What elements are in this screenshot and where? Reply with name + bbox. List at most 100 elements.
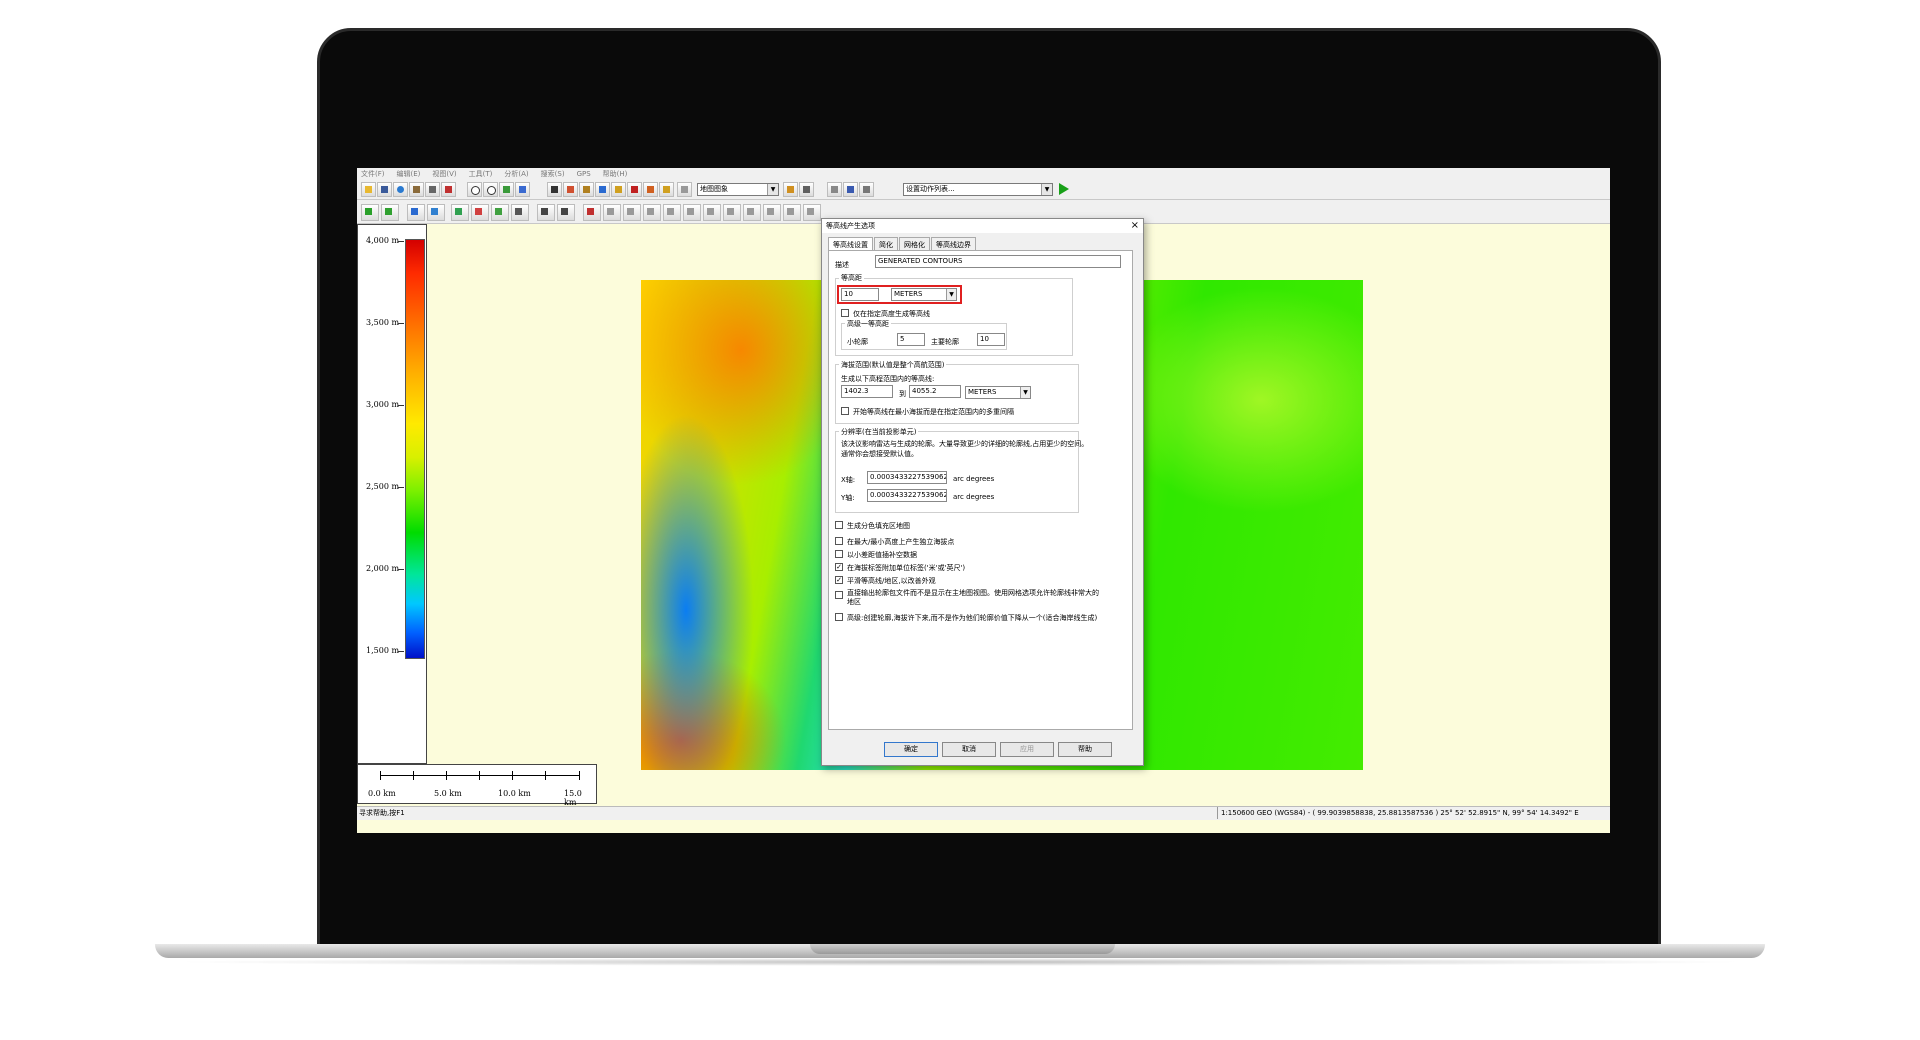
- status-help-text: 寻求帮助,按F1: [359, 809, 405, 817]
- globe-icon[interactable]: [393, 182, 408, 197]
- tab-simplify[interactable]: 简化: [874, 237, 898, 250]
- watershed-icon[interactable]: [427, 204, 445, 221]
- zoom-out-icon[interactable]: [483, 182, 498, 197]
- range-start-label: 开始等高线在最小海拔而是在指定范围内的多重间隔: [853, 408, 1014, 416]
- app-window: 文件(F) 编辑(E) 视图(V) 工具(T) 分析(A) 分析(A) 搜索(S…: [357, 168, 1610, 833]
- chevron-down-icon: ▼: [1020, 387, 1030, 398]
- search-icon[interactable]: [595, 182, 610, 197]
- only-specified-label: 仅在指定高度生成等高线: [853, 310, 930, 318]
- option-label-continued: 地区: [847, 598, 861, 606]
- option-checkbox[interactable]: [835, 613, 843, 621]
- y-resolution-input[interactable]: 0.00034332275390625: [867, 489, 947, 502]
- tab-contour-bounds[interactable]: 等高线边界: [931, 237, 976, 250]
- volume-icon[interactable]: [491, 204, 509, 221]
- option-label: 在海拔标签附加单位标签('米'或'英尺'): [847, 564, 966, 572]
- menu-help[interactable]: 帮助(H): [603, 169, 628, 179]
- open-folder-icon[interactable]: [361, 182, 376, 197]
- feature-tool-icon[interactable]: [537, 204, 555, 221]
- dropdown-tool-icon[interactable]: [659, 182, 674, 197]
- tab-gridding[interactable]: 网格化: [899, 237, 930, 250]
- option-checkbox-checked[interactable]: ✓: [835, 563, 843, 571]
- option-checkbox[interactable]: [835, 521, 843, 529]
- edit-tool-icon[interactable]: [381, 204, 399, 221]
- menu-tools[interactable]: 工具(T): [469, 169, 493, 179]
- node-icon[interactable]: [783, 204, 801, 221]
- feature-edit-icon[interactable]: [643, 204, 661, 221]
- rotate-icon[interactable]: [743, 204, 761, 221]
- option-label: 在最大/最小高度上产生独立海拔点: [847, 538, 955, 546]
- split-icon[interactable]: [663, 204, 681, 221]
- scale-tick: [512, 771, 513, 780]
- crop-icon[interactable]: [723, 204, 741, 221]
- ok-button[interactable]: 确定: [884, 742, 938, 757]
- up-arrow-icon[interactable]: [827, 182, 842, 197]
- play-icon[interactable]: [1059, 183, 1069, 195]
- minor-input[interactable]: 5: [897, 333, 925, 346]
- range-start-checkbox[interactable]: [841, 407, 849, 415]
- tools-icon[interactable]: [441, 182, 456, 197]
- close-icon[interactable]: ×: [1131, 219, 1139, 233]
- pan-icon[interactable]: [499, 182, 514, 197]
- digitizer-icon[interactable]: [563, 182, 578, 197]
- menu-gps[interactable]: GPS: [577, 170, 591, 178]
- option-label: 高级:创建轮廓,海拔许下来,而不是作为他们轮廓价值下降从一个(适合海岸线生成): [847, 614, 1098, 622]
- option-checkbox-checked[interactable]: ✓: [835, 576, 843, 584]
- pencil-icon[interactable]: [643, 182, 658, 197]
- range-unit-select[interactable]: METERS ▼: [965, 386, 1031, 399]
- zoom-in-icon[interactable]: [467, 182, 482, 197]
- text-icon[interactable]: [627, 182, 642, 197]
- slope-icon[interactable]: [471, 204, 489, 221]
- range-to-input[interactable]: 4055.2: [909, 385, 961, 398]
- only-specified-checkbox[interactable]: [841, 309, 849, 317]
- dialog-tabs: 等高线设置 简化 网格化 等高线边界: [828, 237, 977, 251]
- range-to-label: 到: [899, 390, 906, 398]
- scale-line: [380, 775, 580, 776]
- description-input[interactable]: GENERATED CONTOURS: [875, 255, 1121, 268]
- menu-edit[interactable]: 编辑(E): [397, 169, 421, 179]
- viewshed-icon[interactable]: [451, 204, 469, 221]
- area-select-icon[interactable]: [803, 204, 821, 221]
- save-icon[interactable]: [377, 182, 392, 197]
- menu-view[interactable]: 视图(V): [432, 169, 456, 179]
- draw-line-icon[interactable]: [583, 204, 601, 221]
- capture-icon[interactable]: [799, 182, 814, 197]
- home-icon[interactable]: [515, 182, 530, 197]
- merge-icon[interactable]: [683, 204, 701, 221]
- scale-icon[interactable]: [763, 204, 781, 221]
- cancel-button[interactable]: 取消: [942, 742, 996, 757]
- resolution-group-title: 分辨率(在当前投影单元): [839, 427, 919, 437]
- screen-icon[interactable]: [843, 182, 858, 197]
- draw-point-icon[interactable]: [623, 204, 641, 221]
- apply-button[interactable]: 应用: [1000, 742, 1054, 757]
- tab-contour-settings[interactable]: 等高线设置: [828, 237, 873, 251]
- x-resolution-input[interactable]: 0.00034332275390625: [867, 471, 947, 484]
- print-icon[interactable]: [425, 182, 440, 197]
- help-button[interactable]: 帮助: [1058, 742, 1112, 757]
- measure-icon[interactable]: [579, 182, 594, 197]
- path-profile-icon[interactable]: [611, 182, 626, 197]
- menu-search-label[interactable]: 搜索(S): [541, 169, 565, 179]
- move-icon[interactable]: [859, 182, 874, 197]
- option-checkbox[interactable]: [835, 591, 843, 599]
- buffer-icon[interactable]: [703, 204, 721, 221]
- hand-icon[interactable]: [677, 182, 692, 197]
- layers-icon[interactable]: [409, 182, 424, 197]
- vertex-tool-icon[interactable]: [557, 204, 575, 221]
- terrain-tool-icon[interactable]: [407, 204, 425, 221]
- draw-area-icon[interactable]: [603, 204, 621, 221]
- action-list-combo[interactable]: 设置动作列表... ▼: [903, 183, 1053, 196]
- interval-input[interactable]: 10: [841, 288, 879, 301]
- contour-tool-icon[interactable]: [361, 204, 379, 221]
- option-checkbox[interactable]: [835, 537, 843, 545]
- interval-unit-select[interactable]: METERS ▼: [891, 288, 957, 301]
- camera-icon[interactable]: [783, 182, 798, 197]
- option-checkbox[interactable]: [835, 550, 843, 558]
- menu-file[interactable]: 文件(F): [361, 169, 385, 179]
- scale-bar: 0.0 km 5.0 km 10.0 km 15.0 km: [357, 764, 597, 807]
- menu-analysis[interactable]: 分析(A): [504, 169, 528, 179]
- major-input[interactable]: 10: [977, 333, 1005, 346]
- pointer-icon[interactable]: [547, 182, 562, 197]
- layer-combo[interactable]: 地图图象 ▼: [697, 183, 779, 196]
- range-from-input[interactable]: 1402.3: [841, 385, 893, 398]
- grid-icon[interactable]: [511, 204, 529, 221]
